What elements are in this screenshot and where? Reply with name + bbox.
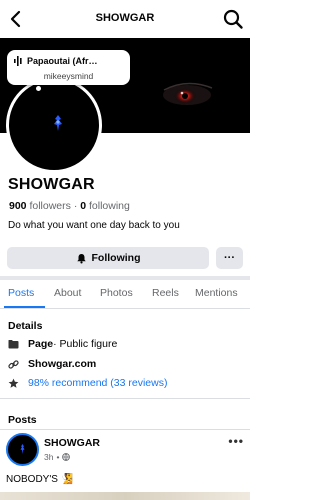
website-link[interactable]: Showgar.com [28,358,96,370]
profile-stats: 900 followers · 0 following [9,200,130,212]
details-title: Details [8,320,43,332]
post-time[interactable]: 3h [44,452,53,462]
stats-separator: · [73,200,78,212]
profile-tabs: Posts About Photos Reels Mentions [0,281,250,308]
search-button[interactable] [222,8,244,30]
page-title: SHOWGAR [95,12,155,24]
flag-icon [8,339,19,348]
back-button[interactable] [6,8,26,30]
post-meta: 3h • [44,452,71,462]
post-author-avatar[interactable] [6,433,39,466]
details-divider [0,398,250,399]
top-bar: SHOWGAR [0,0,250,38]
audio-wave-icon [14,56,22,66]
posts-divider [0,429,250,430]
tab-photos[interactable]: Photos [100,287,133,299]
post-more-button[interactable]: ••• [228,434,244,448]
link-icon [8,359,19,369]
star-icon [8,378,19,388]
note-song: Papaoutai (Afr… [14,56,98,66]
category-page-label: Page [28,338,54,350]
tab-about[interactable]: About [54,287,81,299]
profile-name: SHOWGAR [8,176,95,193]
tab-reels[interactable]: Reels [152,287,179,299]
tabs-divider [0,308,250,309]
tab-mentions[interactable]: Mentions [195,287,238,299]
detail-recommend[interactable]: 98% recommend (33 reviews) [8,376,167,390]
followers-count[interactable]: 900 [9,200,27,212]
post-text: NOBODY'S 🧏 [6,474,74,485]
avatar-logo-icon [54,115,62,131]
search-icon [223,9,243,29]
following-label[interactable]: following [89,200,130,212]
back-arrow-icon [10,10,21,28]
recommend-link[interactable]: 98% recommend (33 reviews) [28,377,167,389]
note-username: mikeeysmind [43,71,94,81]
post-image[interactable] [0,492,250,500]
post-meta-separator: • [56,452,60,462]
avatar-logo-icon [20,444,25,454]
more-options-button[interactable]: ··· [216,247,243,269]
globe-icon [62,453,71,461]
cover-eye-image [163,82,213,105]
tab-posts[interactable]: Posts [8,287,34,299]
followers-label[interactable]: followers [29,200,70,212]
profile-note[interactable]: Papaoutai (Afr… mikeeysmind [7,50,130,85]
following-button-label: Following [91,252,141,264]
profile-bio: Do what you want one day back to you [8,220,180,231]
note-bubble-dot [36,86,41,91]
following-count[interactable]: 0 [80,200,86,212]
detail-website[interactable]: Showgar.com [8,357,96,371]
category-value: · Public figure [53,338,118,350]
posts-title: Posts [8,414,37,426]
profile-avatar[interactable] [6,77,102,173]
post-author-name[interactable]: SHOWGAR [44,437,100,449]
section-divider [0,276,250,280]
note-song-title: Papaoutai (Afr… [27,56,98,66]
bell-icon [76,253,86,263]
detail-category: Page · Public figure [8,337,117,351]
following-button[interactable]: Following [7,247,209,269]
